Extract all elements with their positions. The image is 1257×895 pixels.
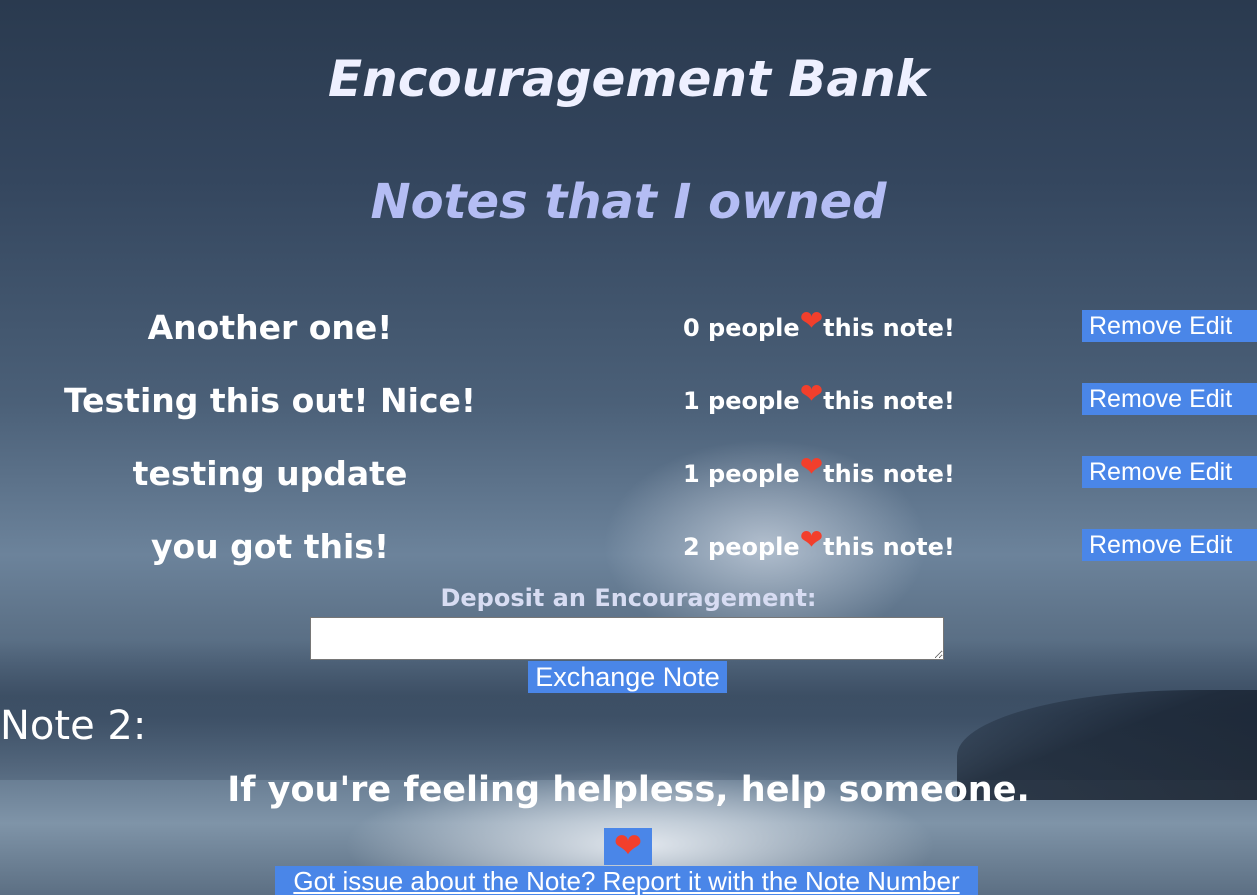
edit-button[interactable]: Edit xyxy=(1182,457,1232,487)
heart-icon: ❤ xyxy=(799,377,824,410)
note-text: Testing this out! Nice! xyxy=(64,381,476,420)
note-likes: 1 people❤this note! xyxy=(683,380,955,417)
likes-count: 2 xyxy=(683,533,700,561)
heart-icon: ❤ xyxy=(799,304,824,337)
note-likes: 1 people❤this note! xyxy=(683,453,955,490)
owned-note-row: Testing this out! Nice! 1 people❤this no… xyxy=(0,379,1257,429)
owned-note-row: testing update 1 people❤this note! Remov… xyxy=(0,452,1257,502)
featured-note-text: If you're feeling helpless, help someone… xyxy=(227,770,1030,810)
remove-button[interactable]: Remove xyxy=(1082,457,1182,487)
deposit-input[interactable] xyxy=(310,617,944,660)
likes-people: people xyxy=(699,314,800,342)
likes-people: people xyxy=(699,460,800,488)
note-actions: Remove Edit xyxy=(1082,456,1257,488)
likes-count: 1 xyxy=(683,460,700,488)
edit-button[interactable]: Edit xyxy=(1182,384,1232,414)
likes-tail: this note! xyxy=(823,460,955,488)
exchange-note-button[interactable]: Exchange Note xyxy=(528,661,727,693)
section-title: Notes that I owned xyxy=(370,174,887,230)
note-actions: Remove Edit xyxy=(1082,310,1257,342)
remove-button[interactable]: Remove xyxy=(1082,530,1182,560)
likes-count: 1 xyxy=(683,387,700,415)
note-actions: Remove Edit xyxy=(1082,529,1257,561)
owned-note-row: you got this! 2 people❤this note! Remove… xyxy=(0,525,1257,575)
likes-people: people xyxy=(699,387,800,415)
note-actions: Remove Edit xyxy=(1082,383,1257,415)
deposit-label: Deposit an Encouragement: xyxy=(440,584,817,612)
owned-note-row: Another one! 0 people❤this note! Remove … xyxy=(0,306,1257,356)
remove-button[interactable]: Remove xyxy=(1082,384,1182,414)
note-number: Note 2: xyxy=(0,703,147,749)
like-button[interactable]: ❤ xyxy=(604,828,652,865)
likes-count: 0 xyxy=(683,314,700,342)
likes-tail: this note! xyxy=(823,533,955,561)
heart-icon: ❤ xyxy=(799,450,824,483)
heart-icon: ❤ xyxy=(613,827,643,865)
note-likes: 0 people❤this note! xyxy=(683,307,955,344)
note-text: Another one! xyxy=(147,308,393,347)
heart-icon: ❤ xyxy=(799,523,824,556)
app-title: Encouragement Bank xyxy=(327,50,930,108)
likes-tail: this note! xyxy=(823,314,955,342)
note-text: testing update xyxy=(132,454,408,493)
likes-tail: this note! xyxy=(823,387,955,415)
note-text: you got this! xyxy=(151,527,389,566)
edit-button[interactable]: Edit xyxy=(1182,530,1232,560)
note-likes: 2 people❤this note! xyxy=(683,526,955,563)
edit-button[interactable]: Edit xyxy=(1182,311,1232,341)
report-note-link[interactable]: Got issue about the Note? Report it with… xyxy=(275,866,978,895)
likes-people: people xyxy=(699,533,800,561)
remove-button[interactable]: Remove xyxy=(1082,311,1182,341)
